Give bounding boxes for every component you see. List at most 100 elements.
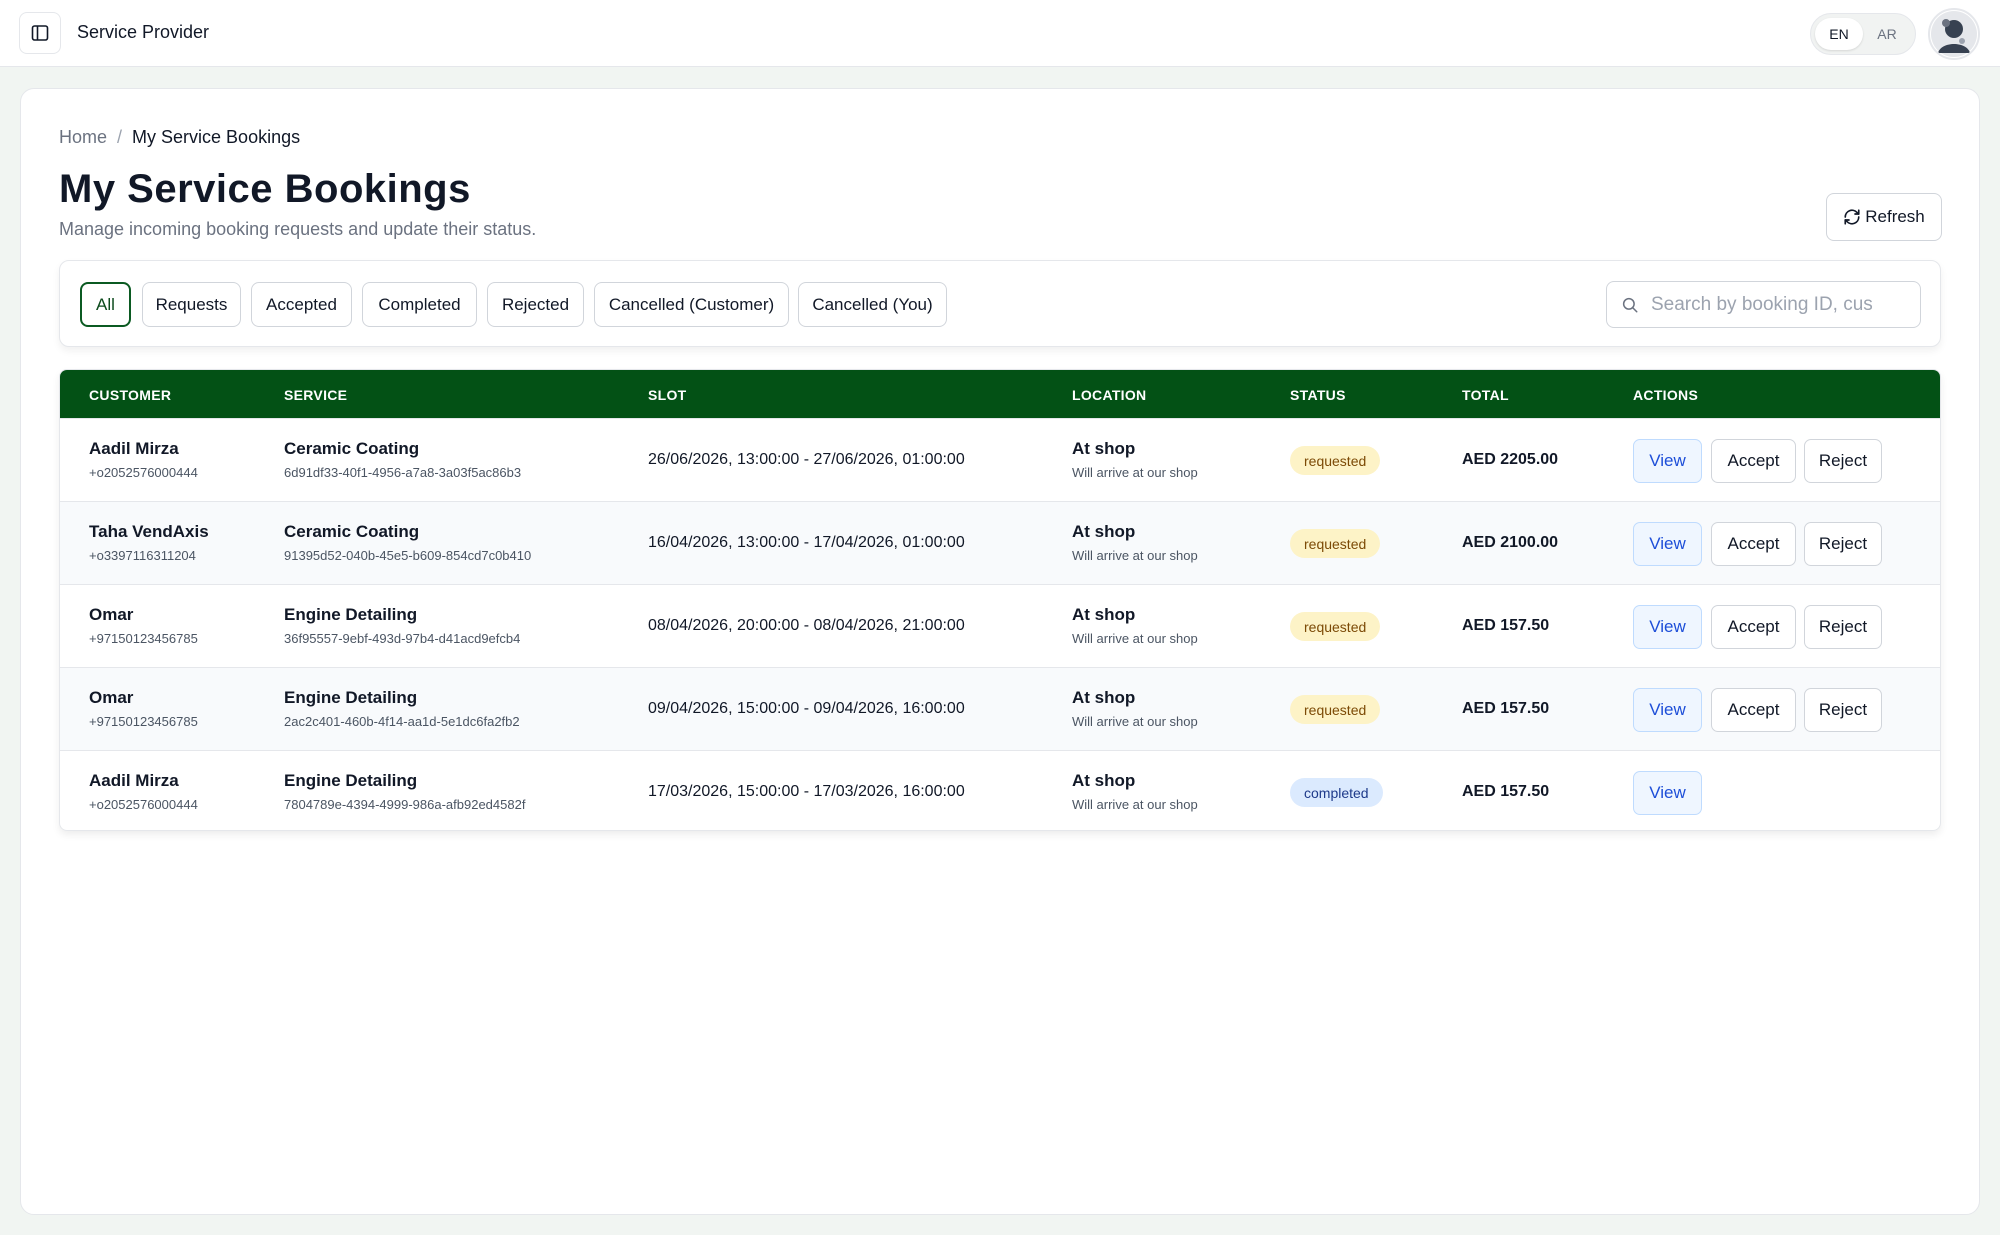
reject-button[interactable]: Reject (1804, 522, 1882, 566)
customer-name: Omar (89, 605, 134, 624)
table-row: Taha VendAxis +o3397116311204 Ceramic Co… (60, 501, 1940, 584)
booking-id: 6d91df33-40f1-4956-a7a8-3a03f5ac86b3 (284, 465, 522, 480)
refresh-icon (1844, 209, 1860, 225)
location-type: At shop (1072, 688, 1136, 707)
location-type: At shop (1072, 522, 1136, 541)
booking-slot: 16/04/2026, 13:00:00 - 17/04/2026, 01:00… (648, 534, 965, 551)
customer-phone: +o2052576000444 (89, 465, 198, 480)
customer-phone: +o2052576000444 (89, 797, 198, 812)
booking-total: AED 157.50 (1462, 700, 1550, 717)
booking-slot: 08/04/2026, 20:00:00 - 08/04/2026, 21:00… (648, 617, 965, 634)
sidebar-toggle-button[interactable] (19, 12, 61, 54)
booking-id: 7804789e-4394-4999-986a-afb92ed4582f (284, 797, 526, 812)
view-button[interactable]: View (1633, 605, 1702, 649)
booking-id: 36f95557-9ebf-493d-97b4-d41acd9efcb4 (284, 631, 521, 646)
lang-en-option[interactable]: EN (1815, 18, 1863, 50)
status-badge: requested (1290, 446, 1381, 475)
filter-chip-completed[interactable]: Completed (362, 282, 477, 327)
column-header-actions: ACTIONS (1633, 387, 1699, 403)
breadcrumb-home-link[interactable]: Home (59, 127, 107, 148)
customer-name: Taha VendAxis (89, 522, 209, 541)
location-type: At shop (1072, 439, 1136, 458)
location-note: Will arrive at our shop (1072, 714, 1198, 729)
table-row: Omar +97150123456785 Engine Detailing 2a… (60, 667, 1940, 750)
column-header-service: SERVICE (284, 387, 348, 403)
service-name: Engine Detailing (284, 605, 418, 624)
service-name: Ceramic Coating (284, 439, 420, 458)
booking-slot: 17/03/2026, 15:00:00 - 17/03/2026, 16:00… (648, 783, 965, 800)
top-bar: Service Provider EN AR (0, 0, 2000, 67)
view-button[interactable]: View (1633, 439, 1702, 483)
table-row: Aadil Mirza +o2052576000444 Ceramic Coat… (60, 418, 1940, 501)
column-header-status: STATUS (1290, 387, 1346, 403)
reject-button[interactable]: Reject (1804, 605, 1882, 649)
status-badge: requested (1290, 529, 1381, 558)
breadcrumb-current: My Service Bookings (132, 127, 301, 147)
filter-chip-requests[interactable]: Requests (142, 282, 241, 327)
location-note: Will arrive at our shop (1072, 797, 1198, 812)
status-badge: completed (1290, 778, 1383, 807)
breadcrumb: Home / My Service Bookings (59, 127, 300, 148)
refresh-button[interactable]: Refresh (1826, 193, 1942, 241)
accept-button[interactable]: Accept (1711, 605, 1796, 649)
accept-button[interactable]: Accept (1711, 522, 1796, 566)
column-header-slot: SLOT (648, 387, 687, 403)
column-header-customer: CUSTOMER (89, 387, 172, 403)
search-icon (1622, 297, 1638, 312)
accept-button[interactable]: Accept (1711, 439, 1796, 483)
view-button[interactable]: View (1633, 771, 1702, 815)
service-name: Engine Detailing (284, 688, 418, 707)
status-badge: requested (1290, 695, 1381, 724)
filter-chip-rejected[interactable]: Rejected (487, 282, 584, 327)
booking-id: 91395d52-040b-45e5-b609-854cd7c0b410 (284, 548, 532, 563)
location-type: At shop (1072, 605, 1136, 624)
page-subtitle: Manage incoming booking requests and upd… (59, 219, 537, 239)
search-box (1606, 281, 1921, 328)
service-name: Engine Detailing (284, 771, 418, 790)
customer-phone: +97150123456785 (89, 714, 198, 729)
customer-name: Aadil Mirza (89, 439, 179, 458)
booking-slot: 09/04/2026, 15:00:00 - 09/04/2026, 16:00… (648, 700, 965, 717)
language-switch: EN AR (1810, 13, 1916, 55)
service-name: Ceramic Coating (284, 522, 420, 541)
lang-ar-option[interactable]: AR (1863, 18, 1911, 50)
filter-chip-all[interactable]: All (80, 282, 131, 327)
accept-button[interactable]: Accept (1711, 688, 1796, 732)
customer-phone: +o3397116311204 (89, 548, 196, 563)
filter-chip-accepted[interactable]: Accepted (251, 282, 352, 327)
refresh-label: Refresh (1865, 207, 1925, 226)
bookings-table: CUSTOMER SERVICE SLOT LOCATION STATUS TO… (59, 369, 1941, 831)
search-input[interactable] (1651, 293, 1911, 316)
booking-total: AED 2205.00 (1462, 451, 1559, 468)
filter-chip-cancelled-you[interactable]: Cancelled (You) (798, 282, 947, 327)
app-title: Service Provider (77, 22, 210, 42)
reject-button[interactable]: Reject (1804, 439, 1882, 483)
booking-total: AED 157.50 (1462, 783, 1550, 800)
column-header-location: LOCATION (1072, 387, 1147, 403)
location-note: Will arrive at our shop (1072, 548, 1198, 563)
table-header: CUSTOMER SERVICE SLOT LOCATION STATUS TO… (60, 370, 1940, 418)
breadcrumb-separator: / (117, 127, 123, 147)
location-note: Will arrive at our shop (1072, 465, 1198, 480)
view-button[interactable]: View (1633, 522, 1702, 566)
location-note: Will arrive at our shop (1072, 631, 1198, 646)
filter-bar: All Requests Accepted Completed Rejected… (59, 260, 1941, 347)
page-title: My Service Bookings (59, 167, 471, 211)
location-type: At shop (1072, 771, 1136, 790)
customer-name: Aadil Mirza (89, 771, 179, 790)
status-badge: requested (1290, 612, 1381, 641)
view-button[interactable]: View (1633, 688, 1702, 732)
reject-button[interactable]: Reject (1804, 688, 1882, 732)
customer-phone: +97150123456785 (89, 631, 198, 646)
main-card: Home / My Service Bookings My Service Bo… (20, 88, 1980, 1215)
table-row: Aadil Mirza +o2052576000444 Engine Detai… (60, 750, 1940, 830)
booking-id: 2ac2c401-460b-4f14-aa1d-5e1dc6fa2fb2 (284, 714, 520, 729)
table-row: Omar +97150123456785 Engine Detailing 36… (60, 584, 1940, 667)
sidebar-toggle-icon (31, 25, 49, 41)
user-avatar-icon (1931, 11, 1977, 57)
booking-total: AED 157.50 (1462, 617, 1550, 634)
customer-name: Omar (89, 688, 134, 707)
booking-total: AED 2100.00 (1462, 534, 1559, 551)
filter-chip-cancelled-customer[interactable]: Cancelled (Customer) (594, 282, 789, 327)
avatar[interactable] (1928, 8, 1980, 60)
